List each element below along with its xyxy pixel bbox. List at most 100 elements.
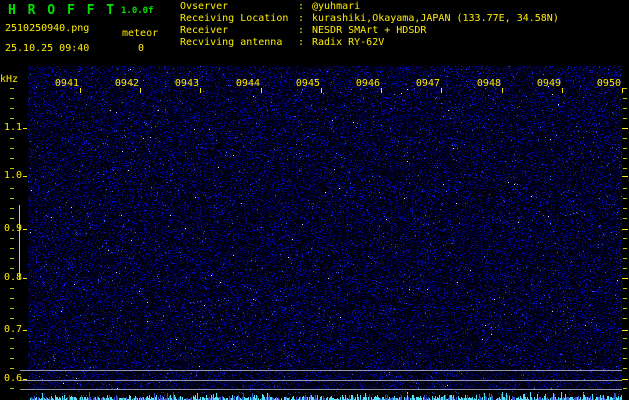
freq-major-tick-left: [23, 229, 27, 230]
freq-major-tick-right: [622, 229, 628, 230]
meteor-count-label: meteor: [122, 28, 159, 39]
reference-line-lower: [20, 389, 622, 390]
info-value: @yuhmari: [312, 1, 361, 12]
info-value: Radix RY-62V: [312, 37, 385, 48]
time-tick-label: 0941: [54, 78, 79, 89]
freq-minor-tick-right: [623, 318, 627, 319]
freq-minor-tick-left: [10, 258, 14, 259]
freq-minor-tick-right: [623, 288, 627, 289]
freq-axis-unit: kHz: [0, 74, 19, 85]
freq-minor-tick-left: [10, 358, 14, 359]
info-value: kurashiki,Okayama,JAPAN (133.77E, 34.58N…: [312, 13, 559, 24]
freq-minor-tick-right: [623, 108, 627, 109]
freq-minor-tick-right: [623, 98, 627, 99]
info-row-observer: Ovserver : @yuhmari: [180, 1, 559, 13]
time-tick-mark: [140, 88, 141, 93]
freq-minor-tick-right: [623, 118, 627, 119]
time-tick-mark: [261, 88, 262, 93]
freq-minor-tick-left: [10, 348, 14, 349]
time-tick-mark: [200, 88, 201, 93]
freq-minor-tick-left: [10, 248, 14, 249]
freq-minor-tick-right: [623, 348, 627, 349]
freq-minor-tick-left: [10, 388, 14, 389]
reference-line-upper: [20, 370, 622, 371]
time-tick-label: 0945: [295, 78, 320, 89]
freq-minor-tick-right: [623, 88, 627, 89]
freq-minor-tick-right: [623, 358, 627, 359]
freq-minor-tick-left: [10, 168, 14, 169]
freq-minor-tick-left: [10, 208, 14, 209]
info-label: Recviving antenna: [180, 37, 283, 48]
freq-minor-tick-left: [10, 238, 14, 239]
freq-minor-tick-left: [10, 198, 14, 199]
freq-major-tick-left: [23, 176, 27, 177]
freq-minor-tick-right: [623, 388, 627, 389]
hrofft-output: H R O F F T 1.0.0f 2510250940.png meteor…: [0, 0, 629, 400]
info-label: Receiver: [180, 25, 229, 36]
freq-major-tick-left: [23, 278, 27, 279]
freq-major-tick-left: [23, 330, 27, 331]
freq-tick-label: 0.9: [3, 223, 22, 234]
freq-minor-tick-right: [623, 298, 627, 299]
freq-minor-tick-right: [623, 248, 627, 249]
freq-minor-tick-right: [623, 188, 627, 189]
freq-minor-tick-left: [10, 298, 14, 299]
freq-major-tick-right: [622, 176, 628, 177]
time-tick-label: 0947: [415, 78, 440, 89]
time-tick-mark: [80, 88, 81, 93]
info-colon: :: [298, 1, 305, 12]
time-tick-label: 0946: [355, 78, 380, 89]
info-label: Ovserver: [180, 1, 229, 12]
freq-minor-tick-left: [10, 88, 14, 89]
time-tick-label: 0944: [235, 78, 260, 89]
time-tick-label: 0950: [596, 78, 621, 89]
freq-minor-tick-right: [623, 158, 627, 159]
time-tick-mark: [502, 88, 503, 93]
freq-minor-tick-right: [623, 168, 627, 169]
freq-minor-tick-left: [10, 188, 14, 189]
freq-major-tick-right: [622, 128, 628, 129]
info-label: Receiving Location: [180, 13, 289, 24]
freq-minor-tick-right: [623, 258, 627, 259]
freq-minor-tick-left: [10, 318, 14, 319]
meteor-count-value: 0: [137, 43, 145, 54]
freq-minor-tick-left: [10, 138, 14, 139]
freq-minor-tick-right: [623, 238, 627, 239]
freq-minor-tick-right: [623, 198, 627, 199]
freq-major-tick-right: [622, 379, 628, 380]
station-info: Ovserver : @yuhmari Receiving Location :…: [180, 1, 559, 49]
spectrogram-plot: kHz 0941 0942 0943 0944 0945 0946 0947 0948 0949…: [0, 62, 629, 400]
freq-minor-tick-left: [10, 218, 14, 219]
time-tick-mark: [562, 88, 563, 93]
spectrogram-noise-canvas: [28, 66, 622, 390]
info-value: NESDR SMArt + HDSDR: [312, 25, 427, 36]
freq-major-tick-right: [622, 278, 628, 279]
time-tick-mark: [321, 88, 322, 93]
time-tick-label: 0948: [476, 78, 501, 89]
freq-tick-label: 1.0: [3, 170, 22, 181]
signal-level-strip-canvas: [28, 390, 622, 400]
freq-minor-tick-left: [10, 288, 14, 289]
reference-line-carrier: [20, 380, 622, 381]
info-row-receiver: Receiver : NESDR SMArt + HDSDR: [180, 25, 559, 37]
app-title: H R O F F T: [8, 3, 117, 18]
freq-major-tick-right: [622, 330, 628, 331]
freq-minor-tick-left: [10, 308, 14, 309]
freq-tick-label: 0.8: [3, 272, 22, 283]
freq-minor-tick-right: [623, 138, 627, 139]
freq-minor-tick-right: [623, 368, 627, 369]
info-row-location: Receiving Location : kurashiki,Okayama,J…: [180, 13, 559, 25]
freq-minor-tick-left: [10, 108, 14, 109]
time-tick-label: 0942: [114, 78, 139, 89]
info-colon: :: [298, 25, 305, 36]
echo-search-band-marker: [19, 205, 20, 280]
freq-minor-tick-left: [10, 148, 14, 149]
info-colon: :: [298, 37, 305, 48]
freq-major-tick-left: [23, 128, 27, 129]
freq-tick-label: 0.6: [3, 373, 22, 384]
freq-minor-tick-left: [10, 368, 14, 369]
output-filename: 2510250940.png: [5, 23, 90, 34]
freq-minor-tick-left: [10, 268, 14, 269]
freq-tick-label: 0.7: [3, 324, 22, 335]
freq-minor-tick-right: [623, 338, 627, 339]
